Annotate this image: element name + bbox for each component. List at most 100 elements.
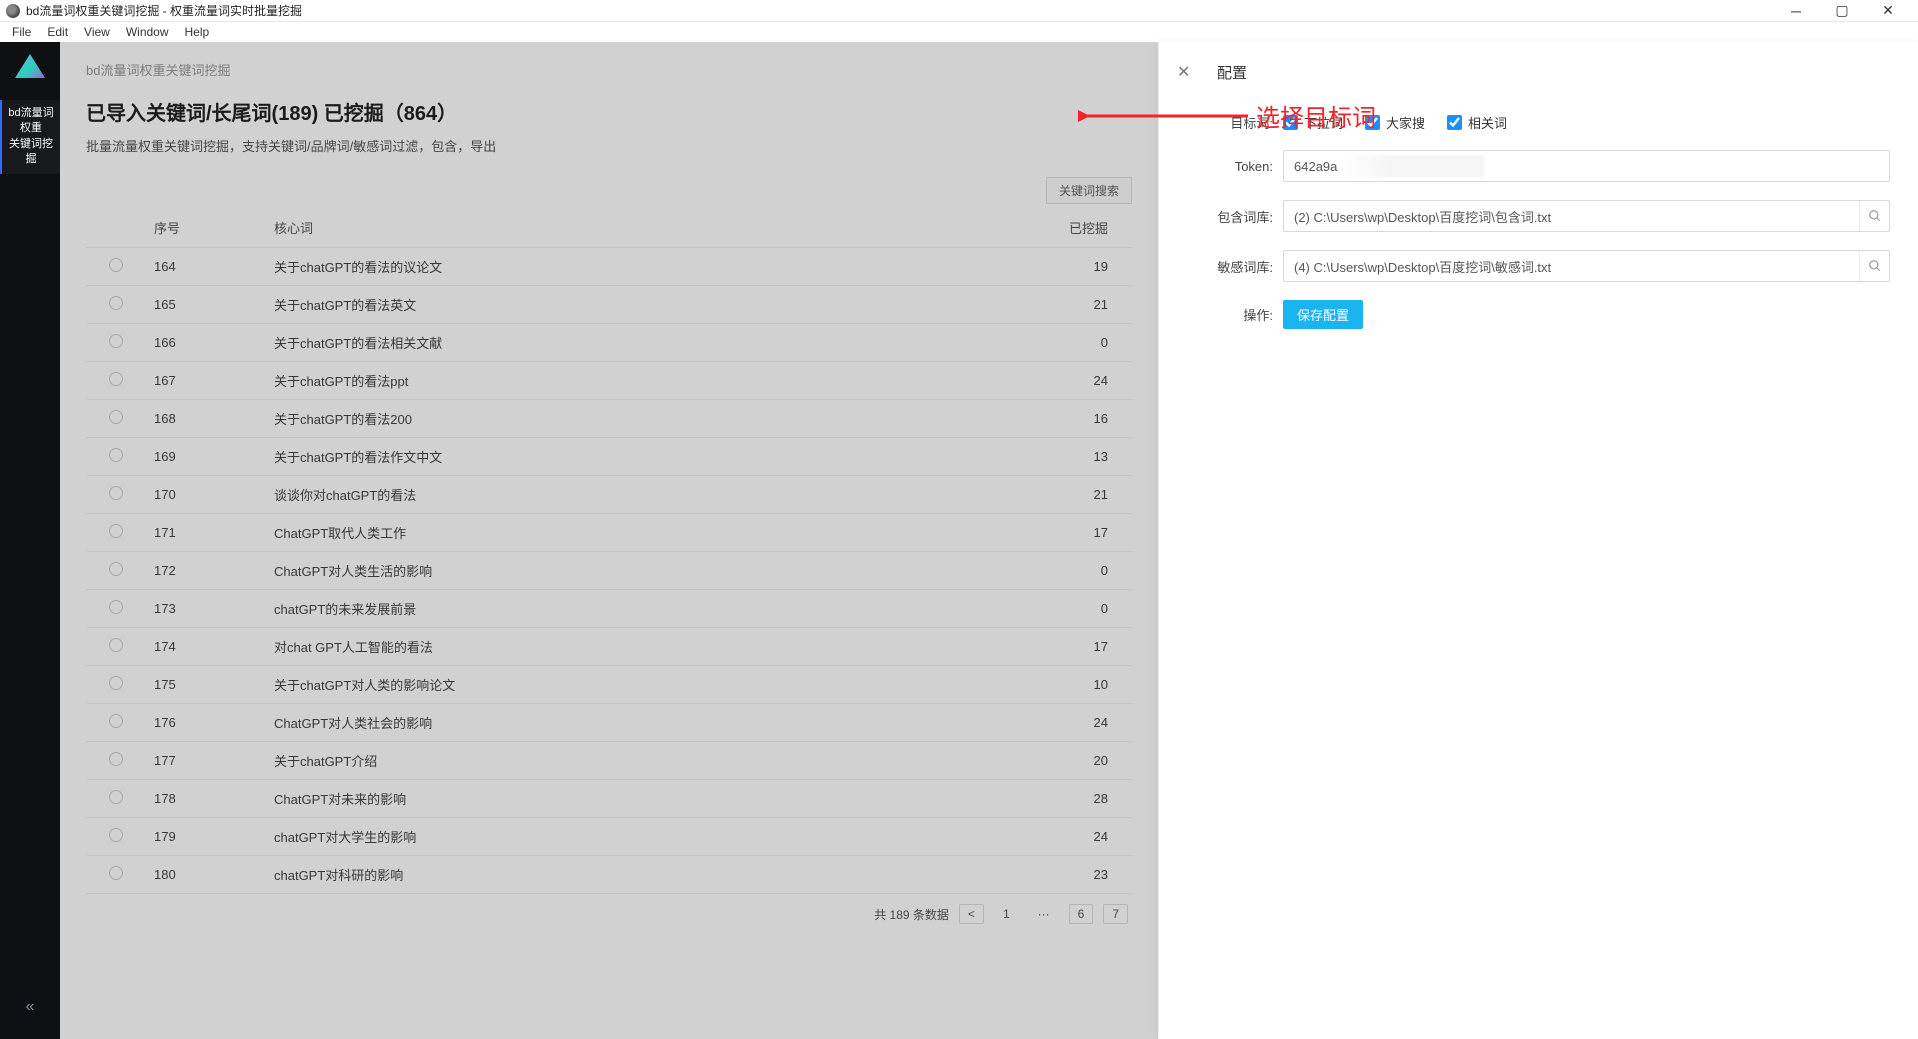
sidebar-item-keyword-mining[interactable]: bd流量词权重 关键词挖掘 (0, 100, 60, 174)
cell-key: chatGPT的未来发展前景 (266, 590, 1012, 628)
cell-cnt: 24 (1012, 362, 1132, 400)
cell-cnt: 17 (1012, 514, 1132, 552)
table-row[interactable]: 168关于chatGPT的看法20016 (86, 400, 1132, 438)
cell-cnt: 21 (1012, 286, 1132, 324)
cell-key: ChatGPT对人类生活的影响 (266, 552, 1012, 590)
cell-key: ChatGPT取代人类工作 (266, 514, 1012, 552)
cell-seq: 170 (146, 476, 266, 514)
menubar: File Edit View Window Help (0, 22, 1918, 42)
token-value: 642a9a (1294, 159, 1337, 174)
menu-view[interactable]: View (78, 24, 116, 40)
table-row[interactable]: 175关于chatGPT对人类的影响论文10 (86, 666, 1132, 704)
row-radio[interactable] (109, 410, 123, 424)
row-radio[interactable] (109, 866, 123, 880)
include-lexicon-input[interactable]: (2) C:\Users\wp\Desktop\百度挖词\包含词.txt (1283, 200, 1890, 232)
row-radio[interactable] (109, 448, 123, 462)
menu-window[interactable]: Window (120, 24, 175, 40)
row-radio[interactable] (109, 372, 123, 386)
search-icon[interactable] (1859, 251, 1889, 281)
sidebar-collapse-button[interactable]: « (14, 991, 46, 1023)
checkbox-related-input[interactable] (1447, 115, 1462, 130)
row-radio[interactable] (109, 562, 123, 576)
checkbox-dajiasou-label: 大家搜 (1386, 113, 1425, 132)
row-radio[interactable] (109, 334, 123, 348)
pagination-prev[interactable]: < (959, 904, 984, 924)
table-row[interactable]: 166关于chatGPT的看法相关文献0 (86, 324, 1132, 362)
row-radio[interactable] (109, 752, 123, 766)
cell-seq: 166 (146, 324, 266, 362)
cell-key: ChatGPT对人类社会的影响 (266, 704, 1012, 742)
checkbox-related-label: 相关词 (1468, 113, 1507, 132)
column-header-key: 核心词 (266, 208, 1012, 248)
cell-key: 对chat GPT人工智能的看法 (266, 628, 1012, 666)
row-radio[interactable] (109, 296, 123, 310)
sidebar-item-label-line1: bd流量词权重 (4, 106, 58, 137)
checkbox-dajiasou[interactable]: 大家搜 (1365, 113, 1425, 132)
row-radio[interactable] (109, 714, 123, 728)
cell-seq: 164 (146, 248, 266, 286)
pagination-page-7[interactable]: 7 (1103, 904, 1128, 924)
checkbox-dropdown-input[interactable] (1283, 115, 1298, 130)
table-row[interactable]: 177关于chatGPT介绍20 (86, 742, 1132, 780)
search-icon[interactable] (1859, 201, 1889, 231)
row-radio[interactable] (109, 600, 123, 614)
cell-cnt: 17 (1012, 628, 1132, 666)
row-radio[interactable] (109, 524, 123, 538)
table-row[interactable]: 172ChatGPT对人类生活的影响0 (86, 552, 1132, 590)
cell-key: 关于chatGPT的看法200 (266, 400, 1012, 438)
sensitive-lexicon-value: (4) C:\Users\wp\Desktop\百度挖词\敏感词.txt (1294, 257, 1551, 276)
menu-edit[interactable]: Edit (41, 24, 74, 40)
column-header-cnt: 已挖掘 (1012, 208, 1132, 248)
table-row[interactable]: 173chatGPT的未来发展前景0 (86, 590, 1132, 628)
table-row[interactable]: 167关于chatGPT的看法ppt24 (86, 362, 1132, 400)
cell-key: 谈谈你对chatGPT的看法 (266, 476, 1012, 514)
token-input[interactable]: 642a9a (1283, 150, 1890, 182)
row-radio[interactable] (109, 676, 123, 690)
cell-cnt: 24 (1012, 704, 1132, 742)
cell-key: chatGPT对大学生的影响 (266, 818, 1012, 856)
save-config-button[interactable]: 保存配置 (1283, 300, 1363, 329)
window-controls: ─ ▢ ✕ (1782, 2, 1912, 19)
table-row[interactable]: 169关于chatGPT的看法作文中文13 (86, 438, 1132, 476)
row-radio[interactable] (109, 486, 123, 500)
table-row[interactable]: 180chatGPT对科研的影响23 (86, 856, 1132, 894)
row-radio[interactable] (109, 828, 123, 842)
menu-file[interactable]: File (6, 24, 37, 40)
sensitive-lexicon-input[interactable]: (4) C:\Users\wp\Desktop\百度挖词\敏感词.txt (1283, 250, 1890, 282)
table-row[interactable]: 176ChatGPT对人类社会的影响24 (86, 704, 1132, 742)
cell-seq: 179 (146, 818, 266, 856)
cell-cnt: 13 (1012, 438, 1132, 476)
checkbox-dajiasou-input[interactable] (1365, 115, 1380, 130)
table-row[interactable]: 171ChatGPT取代人类工作17 (86, 514, 1132, 552)
checkbox-related-word[interactable]: 相关词 (1447, 113, 1507, 132)
panel-close-button[interactable]: ✕ (1177, 62, 1190, 82)
table-row[interactable]: 170谈谈你对chatGPT的看法21 (86, 476, 1132, 514)
table-row[interactable]: 165关于chatGPT的看法英文21 (86, 286, 1132, 324)
cell-seq: 180 (146, 856, 266, 894)
checkbox-dropdown-word[interactable]: 下拉词 (1283, 113, 1343, 132)
row-radio[interactable] (109, 790, 123, 804)
table-row[interactable]: 174对chat GPT人工智能的看法17 (86, 628, 1132, 666)
cell-cnt: 10 (1012, 666, 1132, 704)
pagination-page-1[interactable]: 1 (994, 904, 1019, 924)
logo-icon (15, 54, 45, 84)
titlebar: bd流量词权重关键词挖掘 - 权重流量词实时批量挖掘 ─ ▢ ✕ (0, 0, 1918, 22)
pagination-page-6[interactable]: 6 (1069, 904, 1094, 924)
cell-seq: 169 (146, 438, 266, 476)
table-row[interactable]: 179chatGPT对大学生的影响24 (86, 818, 1132, 856)
maximize-button[interactable]: ▢ (1828, 2, 1856, 19)
cell-cnt: 19 (1012, 248, 1132, 286)
cell-key: 关于chatGPT的看法的议论文 (266, 248, 1012, 286)
pagination-ellipsis: ··· (1029, 904, 1059, 924)
cell-key: ChatGPT对未来的影响 (266, 780, 1012, 818)
keyword-search-button[interactable]: 关键词搜索 (1046, 177, 1132, 204)
cell-key: 关于chatGPT的看法相关文献 (266, 324, 1012, 362)
row-radio[interactable] (109, 258, 123, 272)
minimize-button[interactable]: ─ (1782, 3, 1810, 19)
cell-seq: 167 (146, 362, 266, 400)
menu-help[interactable]: Help (179, 24, 216, 40)
close-window-button[interactable]: ✕ (1874, 2, 1902, 19)
row-radio[interactable] (109, 638, 123, 652)
table-row[interactable]: 178ChatGPT对未来的影响28 (86, 780, 1132, 818)
table-row[interactable]: 164关于chatGPT的看法的议论文19 (86, 248, 1132, 286)
